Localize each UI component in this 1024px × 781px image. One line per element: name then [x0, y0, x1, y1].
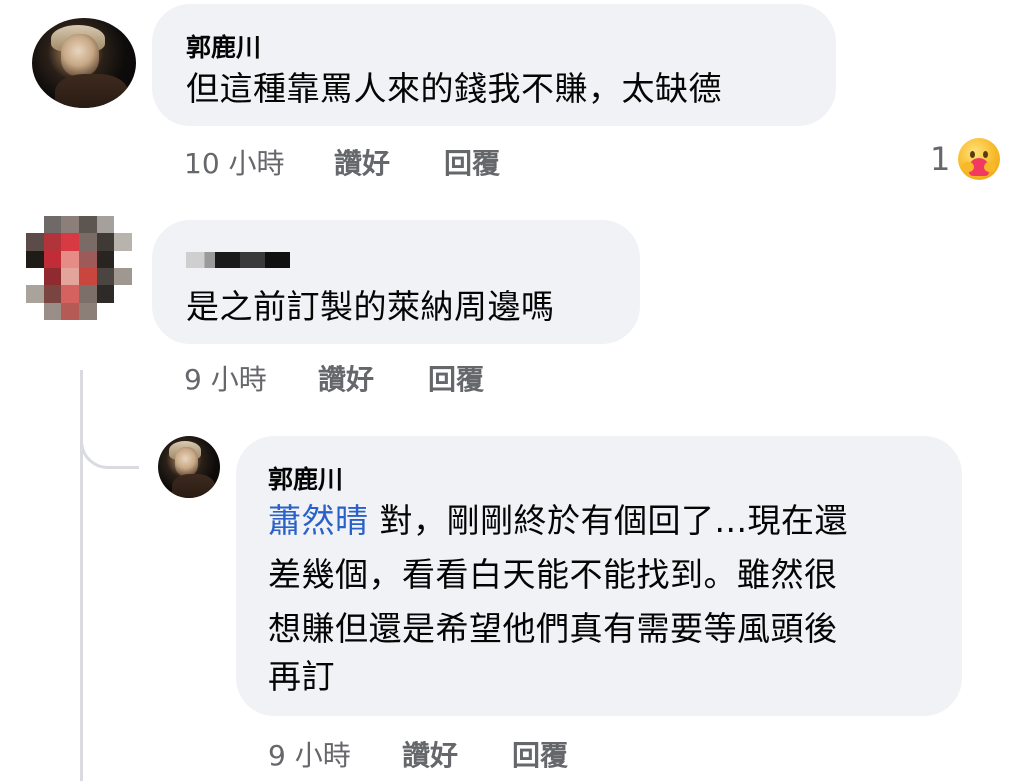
avatar-face — [61, 34, 99, 76]
comment-text: 但這種靠罵人來的錢我不賺，太缺德 — [186, 69, 722, 108]
reply-button[interactable]: 回覆 — [512, 734, 568, 774]
avatar[interactable] — [26, 216, 132, 320]
mention-link[interactable]: 蕭然晴 — [268, 501, 369, 540]
avatar[interactable] — [32, 18, 136, 108]
thread-branch — [80, 412, 139, 469]
care-reaction-icon[interactable] — [958, 138, 1000, 180]
like-button[interactable]: 讚好 — [402, 734, 458, 774]
comment-time[interactable]: 9 小時 — [184, 358, 267, 398]
reaction-hand-right — [984, 162, 996, 172]
like-button[interactable]: 讚好 — [334, 142, 390, 182]
avatar-body — [54, 73, 128, 108]
reply-button[interactable]: 回覆 — [444, 142, 500, 182]
reaction-count[interactable]: 1 — [930, 140, 950, 178]
reply-button[interactable]: 回覆 — [428, 358, 484, 398]
reaction-eye-left — [970, 151, 975, 158]
comment-text-line: 再訂 — [268, 657, 335, 696]
comment-text-line: 想賺但還是希望他們真有需要等風頭後 — [268, 609, 838, 648]
comment-bubble: 是之前訂製的萊納周邊嗎 — [152, 220, 640, 344]
comment-bubble: 郭鹿川 蕭然晴 對，剛剛終於有個回了...現在還 差幾個，看看白天能不能找到。雖… — [236, 436, 962, 716]
avatar-body — [171, 474, 216, 498]
avatar-face — [175, 447, 198, 476]
comment-text: 蕭然晴 對，剛剛終於有個回了...現在還 — [268, 500, 848, 542]
comment-text: 是之前訂製的萊納周邊嗎 — [186, 287, 555, 326]
avatar[interactable] — [158, 436, 220, 498]
redacted-author-name — [186, 252, 290, 268]
reaction-hand-left — [962, 162, 974, 172]
comment-time[interactable]: 10 小時 — [184, 142, 285, 182]
comment-bubble: 郭鹿川 但這種靠罵人來的錢我不賺，太缺德 — [152, 4, 836, 126]
comment-author[interactable]: 郭鹿川 — [268, 460, 343, 496]
comment-time[interactable]: 9 小時 — [268, 734, 351, 774]
reaction-eye-right — [983, 151, 988, 158]
comment-author[interactable]: 郭鹿川 — [186, 28, 261, 64]
comment-text-line: 對，剛剛終於有個回了...現在還 — [368, 501, 848, 540]
like-button[interactable]: 讚好 — [318, 358, 374, 398]
comment-text-line: 差幾個，看看白天能不能找到。雖然很 — [268, 555, 838, 594]
